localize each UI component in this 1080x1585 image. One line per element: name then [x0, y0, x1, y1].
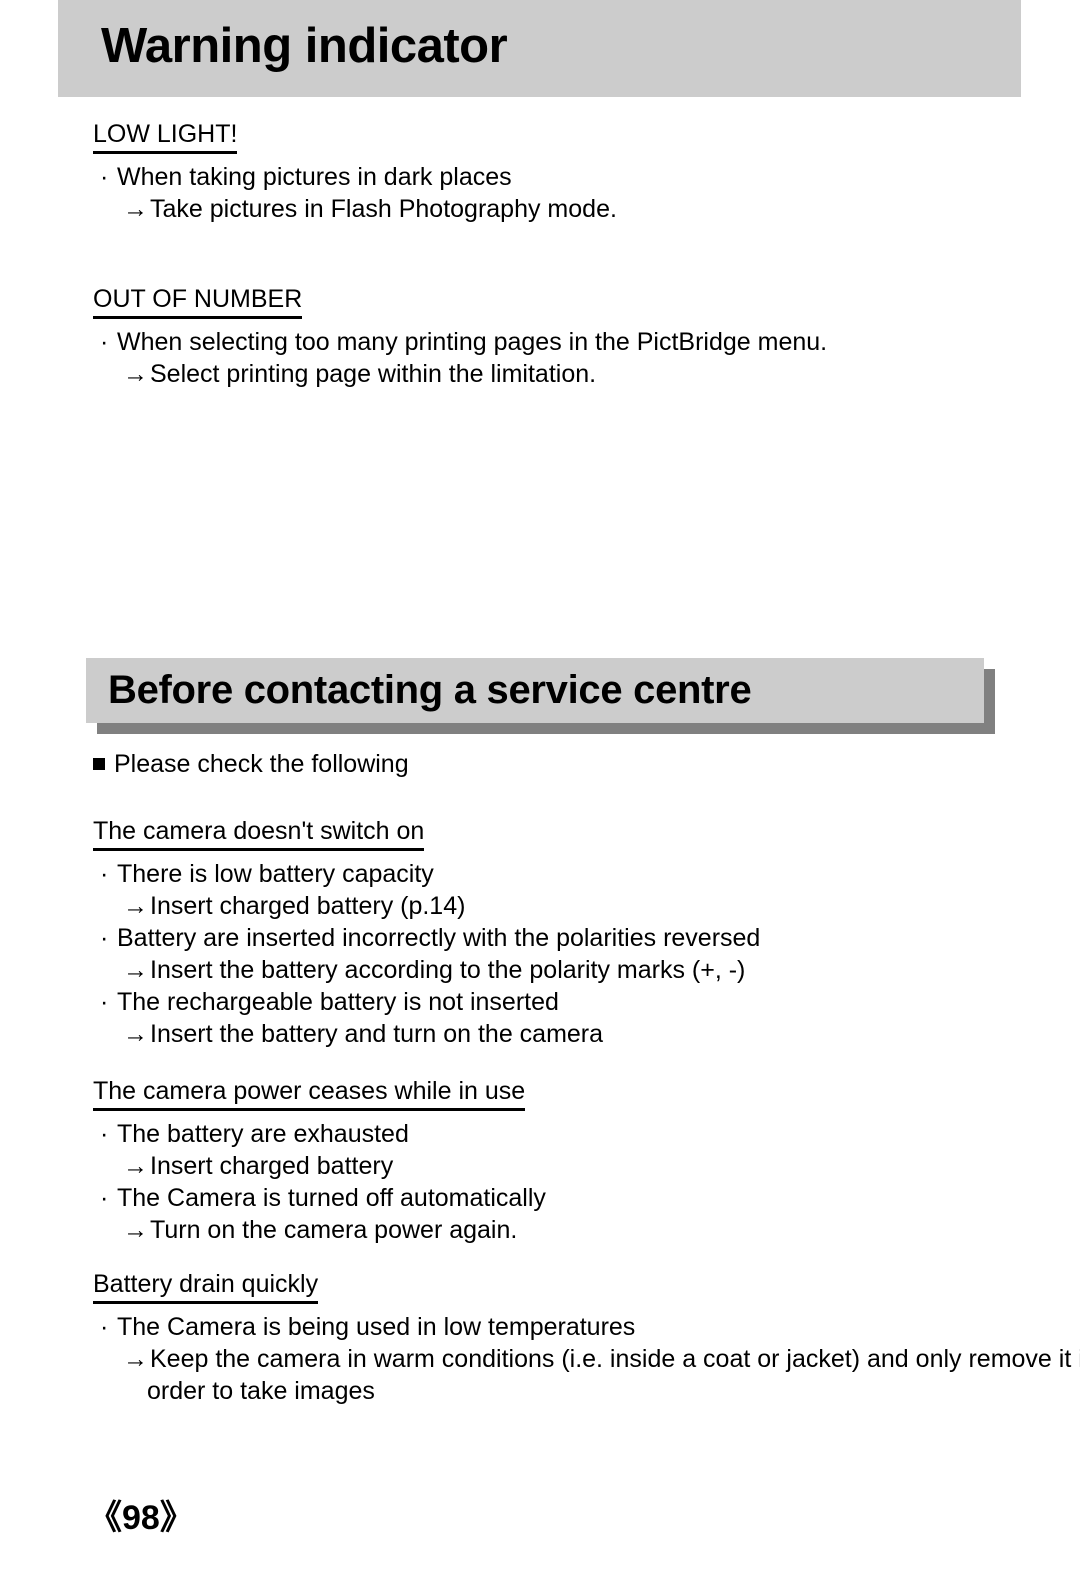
- list-item-label: The rechargeable battery is not inserted: [117, 988, 559, 1016]
- section-heading-row: LOW LIGHT!: [0, 118, 1080, 154]
- list-item-label: order to take images: [147, 1377, 375, 1405]
- list-item: →Insert charged battery (p.14): [0, 890, 1080, 922]
- service-section-switch-on: The camera doesn't switch on · There is l…: [0, 815, 1080, 1050]
- section-heading-row: The camera power ceases while in use: [0, 1075, 1080, 1111]
- service-intro-row: Please check the following: [0, 748, 1080, 780]
- list-item: →Select printing page within the limitat…: [0, 358, 1080, 390]
- dot-bullet-icon: ·: [100, 328, 109, 356]
- list-item: · The rechargeable battery is not inserte…: [0, 986, 1080, 1018]
- service-intro: Please check the following: [0, 748, 1080, 780]
- service-intro-label: Please check the following: [114, 750, 409, 778]
- section-heading-out-of-number: OUT OF NUMBER: [93, 283, 303, 319]
- list-item-label: Turn on the camera power again.: [150, 1216, 518, 1244]
- warning-section-out-of-number: OUT OF NUMBER · When selecting too many p…: [0, 283, 1080, 390]
- list-item-label: Insert charged battery: [150, 1152, 394, 1180]
- section-heading-row: The camera doesn't switch on: [0, 815, 1080, 851]
- dot-bullet-icon: ·: [100, 1184, 109, 1212]
- list-item-label: Battery are inserted incorrectly with th…: [117, 924, 761, 952]
- page-number: 《98》: [88, 1499, 194, 1537]
- list-item-label: When taking pictures in dark places: [117, 163, 512, 191]
- dot-bullet-icon: ·: [100, 860, 109, 888]
- list-item: →Insert the battery according to the pol…: [0, 954, 1080, 986]
- list-item: →Insert the battery and turn on the came…: [0, 1018, 1080, 1050]
- list-item-label: Insert the battery according to the pola…: [150, 956, 746, 984]
- list-item: →Keep the camera in warm conditions (i.e…: [0, 1343, 1080, 1375]
- list-item: · The Camera is being used in low tempera…: [0, 1311, 1080, 1343]
- section-heading-low-light: LOW LIGHT!: [93, 118, 238, 154]
- arrow-right-icon: →: [123, 1152, 148, 1180]
- dot-bullet-icon: ·: [100, 1313, 109, 1341]
- list-item-label: There is low battery capacity: [117, 860, 434, 888]
- dot-bullet-icon: ·: [100, 988, 109, 1016]
- list-item: · When selecting too many printing pages …: [0, 326, 1080, 358]
- list-item: →Turn on the camera power again.: [0, 1214, 1080, 1246]
- list-item-label: When selecting too many printing pages i…: [117, 328, 828, 356]
- before-contacting-service-centre-header-band: Before contacting a service centre: [86, 658, 995, 734]
- list-item-label: The Camera is being used in low temperat…: [117, 1313, 636, 1341]
- arrow-right-icon: →: [123, 1216, 148, 1244]
- list-item-label: The Camera is turned off automatically: [117, 1184, 546, 1212]
- service-section-battery-drain: Battery drain quickly · The Camera is bei…: [0, 1268, 1080, 1407]
- square-bullet-icon: [93, 758, 105, 770]
- warning-section-low-light: LOW LIGHT! · When taking pictures in dark…: [0, 118, 1080, 225]
- warning-indicator-header-band: Warning indicator: [58, 0, 1021, 97]
- list-item: →Take pictures in Flash Photography mode…: [0, 193, 1080, 225]
- band-face: Before contacting a service centre: [86, 658, 984, 723]
- section-heading-camera-doesnt-switch-on: The camera doesn't switch on: [93, 815, 425, 851]
- list-item-label: Insert charged battery (p.14): [150, 892, 466, 920]
- arrow-right-icon: →: [123, 1345, 148, 1373]
- section-heading-battery-drain-quickly: Battery drain quickly: [93, 1268, 319, 1304]
- list-item-label: Insert the battery and turn on the camer…: [150, 1020, 604, 1048]
- list-item: · The battery are exhausted: [0, 1118, 1080, 1150]
- dot-bullet-icon: ·: [100, 163, 109, 191]
- list-item-label: The battery are exhausted: [117, 1120, 409, 1148]
- list-item: · There is low battery capacity: [0, 858, 1080, 890]
- list-item-label: Keep the camera in warm conditions (i.e.…: [150, 1345, 1080, 1373]
- arrow-right-icon: →: [123, 956, 148, 984]
- arrow-right-icon: →: [123, 1020, 148, 1048]
- list-item: →Insert charged battery: [0, 1150, 1080, 1182]
- arrow-right-icon: →: [123, 360, 148, 388]
- list-item: · Battery are inserted incorrectly with t…: [0, 922, 1080, 954]
- list-item: · When taking pictures in dark places: [0, 161, 1080, 193]
- service-section-power-ceases: The camera power ceases while in use · Th…: [0, 1075, 1080, 1246]
- section-heading-power-ceases-while-in-use: The camera power ceases while in use: [93, 1075, 526, 1111]
- section-heading-row: OUT OF NUMBER: [0, 283, 1080, 319]
- list-item-label: Take pictures in Flash Photography mode.: [150, 195, 617, 223]
- section-heading-row: Battery drain quickly: [0, 1268, 1080, 1304]
- dot-bullet-icon: ·: [100, 924, 109, 952]
- list-item: · The Camera is turned off automatically: [0, 1182, 1080, 1214]
- arrow-right-icon: →: [123, 195, 148, 223]
- list-item-continuation: order to take images: [0, 1375, 1080, 1407]
- section-title: Before contacting a service centre: [108, 668, 752, 712]
- page-title: Warning indicator: [101, 19, 508, 73]
- arrow-right-icon: →: [123, 892, 148, 920]
- list-item-label: Select printing page within the limitati…: [150, 360, 597, 388]
- dot-bullet-icon: ·: [100, 1120, 109, 1148]
